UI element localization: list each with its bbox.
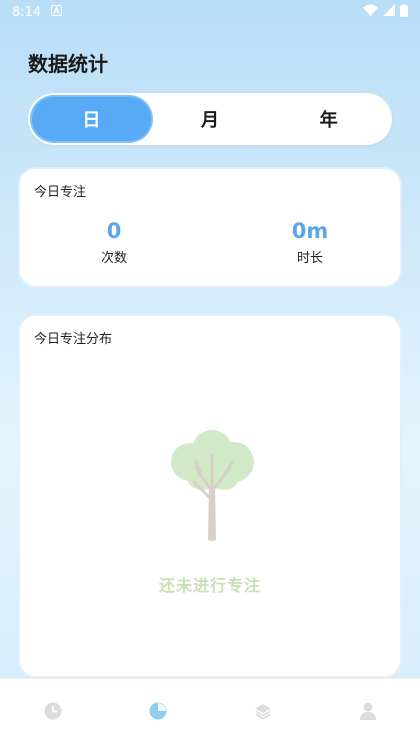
- focus-count-label: 次数: [100, 251, 127, 266]
- wifi-icon: [363, 4, 378, 20]
- focus-distribution-title: 今日专注分布: [34, 332, 113, 347]
- signal-icon: [383, 4, 395, 20]
- nav-layers[interactable]: [233, 683, 293, 743]
- bottom-nav: [0, 678, 420, 746]
- today-focus-card: 今日专注 0 次数 0m 时长: [18, 167, 402, 288]
- period-segmented-control: 日 月 年: [28, 93, 392, 145]
- nav-statistics[interactable]: [128, 683, 188, 743]
- focus-duration-label: 时长: [296, 251, 323, 266]
- empty-tree-icon: [166, 428, 258, 542]
- focus-count-value: 0: [106, 219, 122, 243]
- nav-profile[interactable]: [338, 683, 398, 743]
- tab-month[interactable]: 月: [151, 97, 270, 141]
- focus-duration-value: 0m: [291, 219, 329, 243]
- empty-state-text: 还未进行专注: [158, 576, 261, 595]
- focus-distribution-card: 今日专注分布 还未进行专注: [18, 314, 402, 678]
- stats-pie-icon: [149, 702, 167, 724]
- tab-year[interactable]: 年: [269, 97, 388, 141]
- today-focus-title: 今日专注: [34, 185, 87, 200]
- tab-day[interactable]: 日: [32, 97, 151, 141]
- user-icon: [359, 702, 376, 724]
- focus-count-stat: 0 次数: [54, 219, 174, 266]
- battery-icon: [400, 3, 408, 21]
- status-bar: 8:14: [0, 0, 420, 24]
- status-time: 8:14: [12, 4, 42, 20]
- focus-duration-stat: 0m 时长: [250, 219, 370, 266]
- page-title: 数据统计: [28, 52, 108, 76]
- layers-icon: [254, 702, 272, 724]
- notification-a-icon: [51, 4, 63, 20]
- nav-timer[interactable]: [23, 683, 83, 743]
- clock-icon: [44, 702, 62, 724]
